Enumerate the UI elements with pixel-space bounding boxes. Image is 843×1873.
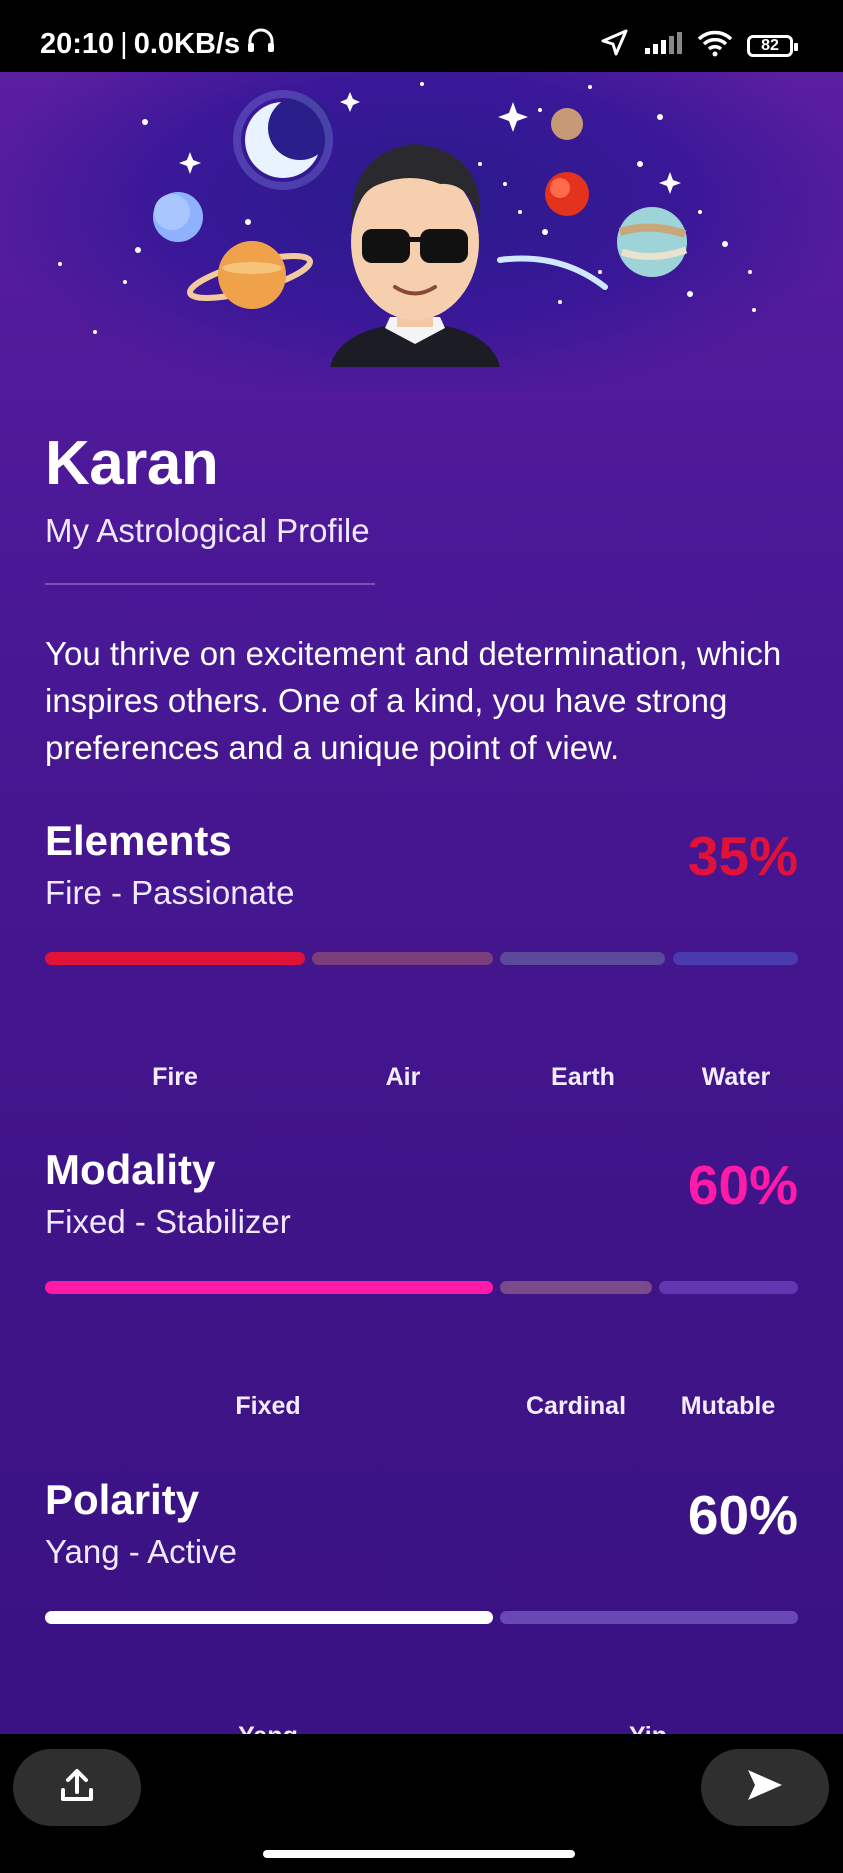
status-separator: | bbox=[120, 27, 128, 60]
polarity-subtitle: Yang - Active bbox=[45, 1533, 237, 1570]
polarity-percent: 60% bbox=[687, 1484, 798, 1546]
polarity-label-yang: Yang bbox=[238, 1722, 298, 1734]
status-right: 82 bbox=[599, 28, 798, 63]
modality-label-fixed: Fixed bbox=[235, 1392, 301, 1420]
space-illustration bbox=[0, 72, 843, 392]
wifi-icon bbox=[697, 29, 733, 62]
elements-label-fire: Fire bbox=[152, 1063, 198, 1091]
status-bar: 20:10 | 0.0KB/s 82 bbox=[0, 0, 843, 72]
modality-title: Modality bbox=[45, 1146, 216, 1193]
elements-seg-air bbox=[312, 952, 493, 965]
avatar-illustration bbox=[330, 144, 500, 367]
elements-subtitle: Fire - Passionate bbox=[45, 874, 295, 911]
polarity-seg-yang bbox=[45, 1611, 493, 1624]
modality-label-mutable: Mutable bbox=[680, 1392, 776, 1420]
home-indicator[interactable] bbox=[263, 1850, 575, 1858]
network-speed: 0.0KB/s bbox=[133, 27, 241, 60]
elements-bar bbox=[45, 952, 798, 965]
headphones-icon bbox=[246, 26, 276, 62]
modality-seg-mutable bbox=[659, 1281, 798, 1294]
polarity-title: Polarity bbox=[45, 1476, 200, 1523]
space-scene-art bbox=[58, 82, 756, 367]
elements-label-water: Water bbox=[701, 1063, 771, 1091]
elements-percent: 35% bbox=[687, 825, 798, 887]
modality-seg-cardinal bbox=[500, 1281, 652, 1294]
upload-icon bbox=[59, 1766, 95, 1809]
profile-subtitle: My Astrological Profile bbox=[45, 512, 370, 549]
elements-seg-water bbox=[673, 952, 798, 965]
divider bbox=[45, 583, 375, 585]
modality-seg-fixed bbox=[45, 1281, 493, 1294]
battery-level: 82 bbox=[761, 36, 779, 54]
elements-seg-fire bbox=[45, 952, 305, 965]
astro-profile-screen: Karan My Astrological Profile You thrive… bbox=[0, 72, 843, 1734]
polarity-label-yin: Yin bbox=[629, 1722, 667, 1734]
send-button[interactable] bbox=[701, 1749, 829, 1826]
modality-label-cardinal: Cardinal bbox=[525, 1392, 627, 1420]
modality-percent: 60% bbox=[687, 1154, 798, 1216]
elements-seg-earth bbox=[500, 952, 665, 965]
polarity-bar bbox=[45, 1611, 798, 1624]
polarity-seg-yin bbox=[500, 1611, 798, 1624]
status-left: 20:10 | 0.0KB/s bbox=[40, 26, 276, 62]
location-arrow-icon bbox=[599, 28, 629, 63]
battery-icon: 82 bbox=[747, 34, 798, 57]
send-icon bbox=[746, 1768, 784, 1807]
signal-icon bbox=[643, 30, 683, 61]
elements-label-air: Air bbox=[385, 1063, 421, 1091]
share-button[interactable] bbox=[13, 1749, 141, 1826]
elements-title: Elements bbox=[45, 817, 232, 864]
modality-bar bbox=[45, 1281, 798, 1294]
modality-subtitle: Fixed - Stabilizer bbox=[45, 1203, 291, 1240]
profile-description: You thrive on excitement and determinati… bbox=[45, 635, 782, 766]
status-time: 20:10 bbox=[40, 27, 115, 60]
profile-name: Karan bbox=[45, 429, 219, 498]
elements-label-earth: Earth bbox=[551, 1063, 615, 1091]
